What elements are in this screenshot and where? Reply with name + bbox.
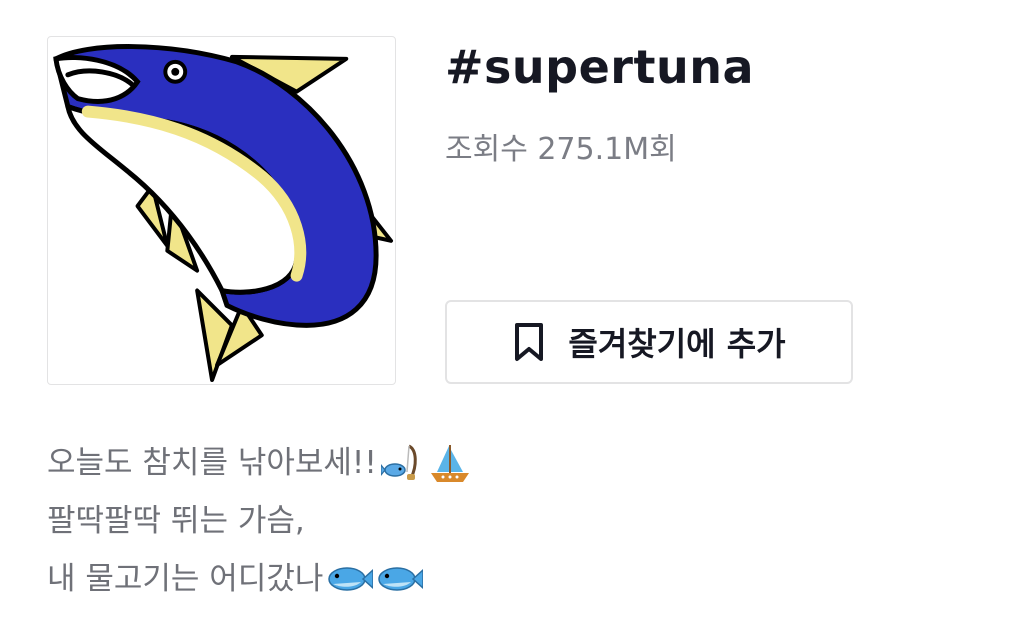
- hashtag-cover-image: [47, 36, 396, 385]
- description-line-text: 내 물고기는 어디갔나: [47, 561, 324, 597]
- fish-icon: [328, 567, 374, 591]
- bookmark-icon: [515, 323, 544, 361]
- add-to-favorites-button[interactable]: 즐겨찾기에 추가: [445, 300, 853, 384]
- description-line: 내 물고기는 어디갔나: [47, 550, 987, 608]
- sailboat-icon: [430, 445, 469, 482]
- hashtag-description: 오늘도 참치를 낚아보세!! 팔딱팔딱 뛰는 가슴, 내 물고기는 어디갔나: [47, 434, 987, 608]
- hashtag-title: #supertuna: [445, 40, 755, 94]
- description-line-text: 오늘도 참치를 낚아보세!!: [47, 445, 377, 481]
- add-to-favorites-label: 즐겨찾기에 추가: [568, 325, 786, 363]
- tuna-fish-illustration: [53, 44, 394, 383]
- fish-icon: [378, 567, 424, 591]
- hashtag-page: #supertuna 조회수 275.1M회 즐겨찾기에 추가 오늘도 참치를 …: [0, 0, 1024, 617]
- fishing-pole-icon: [380, 444, 417, 480]
- view-count: 조회수 275.1M회: [445, 132, 677, 167]
- description-line-text: 팔딱팔딱 뛰는 가슴,: [47, 503, 305, 539]
- description-line: 팔딱팔딱 뛰는 가슴,: [47, 492, 987, 550]
- description-line: 오늘도 참치를 낚아보세!!: [47, 434, 987, 492]
